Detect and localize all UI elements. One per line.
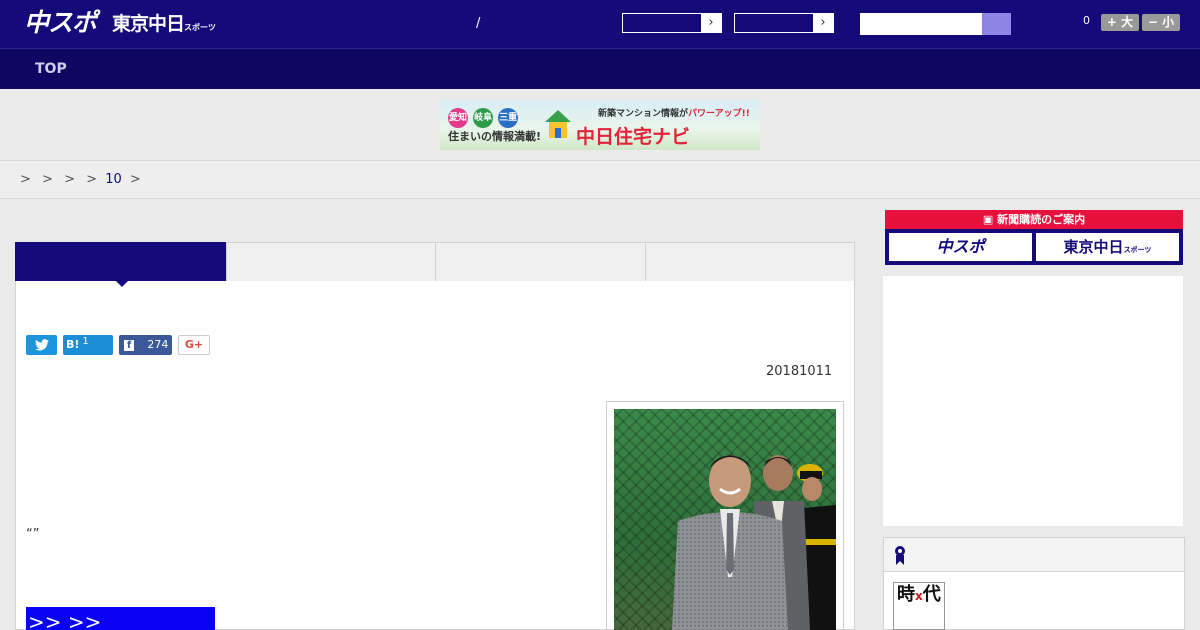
banner-pref-gifu: 岐阜 (473, 108, 494, 128)
manager-photo-image (672, 455, 836, 630)
font-smaller-button[interactable]: − 小 (1142, 14, 1180, 31)
search-button[interactable] (982, 13, 1011, 35)
subscribe-tokyo-small: スポーツ (1123, 246, 1152, 254)
article-quote: “” (26, 527, 40, 542)
banner-tagline: 新築マンション情報がパワーアップ!! (598, 106, 750, 119)
font-larger-button[interactable]: + 大 (1101, 14, 1139, 31)
banner-tagline-b: パワーアップ!! (688, 109, 750, 119)
subscription-title: 新聞購読のご案内 (997, 213, 1086, 226)
google-plus-icon: G+ (184, 338, 204, 351)
tokyo-chunichi-logo[interactable]: 東京中日スポーツ (112, 12, 216, 40)
ribbon-icon (895, 546, 905, 565)
house-icon (545, 110, 571, 138)
subscription-header: ▣ 新聞購読のご案内 (885, 210, 1183, 229)
facebook-icon: f (124, 340, 135, 351)
facebook-count: 274 (147, 338, 169, 351)
banner-prefectures: 愛知 岐阜 三重 (448, 105, 519, 128)
breadcrumb: > > > > 10 > (20, 172, 141, 187)
article-date: 20181011 (766, 364, 833, 379)
banner-brand: 中日住宅ナビ (576, 126, 691, 148)
newspaper-icon: ▣ (982, 213, 998, 226)
global-nav-bar (0, 48, 1200, 89)
facebook-share-button[interactable]: f 274 (119, 335, 172, 355)
category-select-1[interactable]: › (622, 13, 722, 33)
article-tabs (15, 242, 855, 282)
ranking-header (884, 538, 1184, 572)
twitter-icon (34, 339, 49, 351)
twitter-share-button[interactable] (26, 335, 57, 355)
hatena-bookmark-button[interactable]: B! 1 (63, 335, 113, 355)
tab-1[interactable] (15, 242, 227, 282)
book-thumbnail[interactable]: 時x代 (893, 582, 945, 630)
book-title-1: 時 (897, 584, 915, 605)
breadcrumb-bar (0, 160, 1200, 199)
subscribe-tokyo-label: 東京中日 (1063, 238, 1124, 256)
breadcrumb-separator: > (86, 172, 98, 187)
chevron-right-icon: › (701, 14, 721, 32)
category-select-2[interactable]: › (734, 13, 834, 33)
tokyo-logo-small: スポーツ (184, 23, 216, 32)
subscribe-tokyo-chunichi-button[interactable]: 東京中日スポーツ (1036, 233, 1179, 261)
banner-subtitle: 住まいの情報満載! (448, 130, 542, 143)
tab-3[interactable] (435, 242, 646, 282)
font-size-counter: 0 (1083, 14, 1090, 27)
hatena-icon: B! (66, 338, 80, 351)
breadcrumb-link[interactable]: 10 (105, 172, 122, 187)
chevron-right-icon: › (813, 14, 833, 32)
related-link-button[interactable]: >> >> (26, 607, 215, 630)
housing-navi-banner[interactable]: 愛知 岐阜 三重 住まいの情報満載! 新築マンション情報がパワーアップ!! 中日… (440, 100, 760, 150)
nav-item-top[interactable]: TOP (35, 61, 67, 77)
banner-tagline-a: 新築マンション情報が (598, 109, 689, 119)
header-divider-slash: / (476, 16, 481, 31)
breadcrumb-separator: > (64, 172, 75, 187)
book-title-2: 代 (922, 584, 941, 605)
chuspo-logo[interactable]: 中スポ (24, 8, 97, 38)
subscribe-chuspo-button[interactable]: 中スポ (889, 233, 1032, 261)
breadcrumb-separator: > (42, 172, 53, 187)
active-tab-pointer (116, 281, 128, 287)
search-input[interactable] (860, 13, 982, 35)
breadcrumb-separator: > (129, 172, 141, 187)
breadcrumb-separator: > (20, 172, 31, 187)
tab-4[interactable] (645, 242, 855, 282)
google-plus-share-button[interactable]: G+ (178, 335, 210, 355)
article-photo[interactable] (614, 409, 836, 630)
tab-2[interactable] (226, 242, 436, 282)
banner-pref-aichi: 愛知 (448, 108, 468, 128)
hatena-count: 1 (82, 336, 89, 347)
tokyo-logo-text: 東京中日 (112, 13, 185, 35)
sidebar-ad-slot[interactable] (883, 276, 1183, 526)
banner-pref-mie: 三重 (498, 108, 519, 128)
book-title-accent: x (915, 589, 923, 603)
